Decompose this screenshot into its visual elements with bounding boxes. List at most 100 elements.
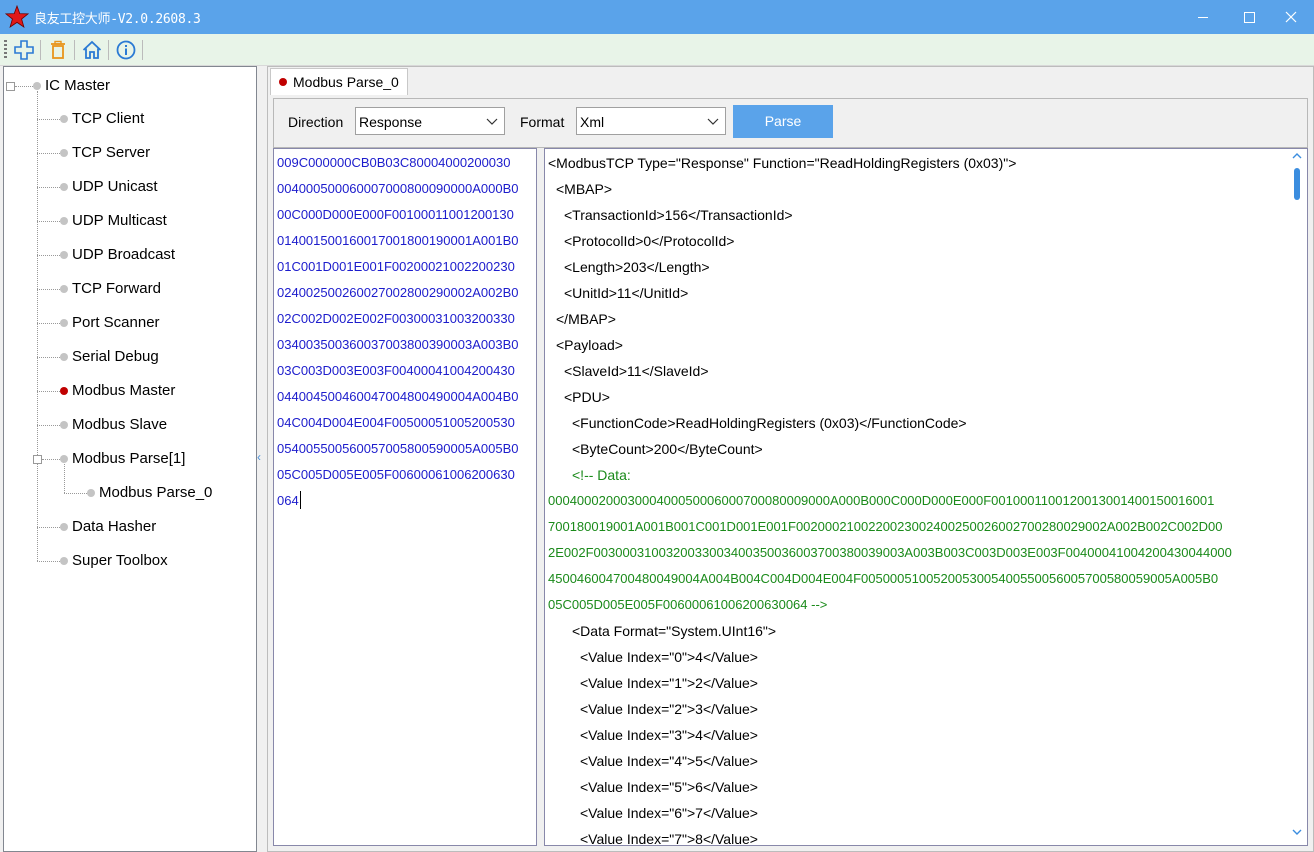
toolbar xyxy=(0,34,1314,66)
toolbar-separator xyxy=(74,40,75,60)
xml-line: <Data Format="System.UInt16"> xyxy=(572,623,777,639)
hex-line: 03C003D003E003F00400041004200430 xyxy=(277,363,515,378)
hex-line: 02C002D002E002F00300031003200330 xyxy=(277,311,515,326)
chevron-down-icon xyxy=(486,118,498,125)
tab-label: Modbus Parse_0 xyxy=(293,74,399,90)
xml-comment-line: <!-- Data: xyxy=(572,467,631,483)
tree-item-udp-unicast[interactable]: UDP Unicast xyxy=(72,175,158,199)
expander-icon[interactable] xyxy=(6,82,15,91)
hex-line: 009C000000CB0B03C80004000200030 xyxy=(277,155,511,170)
tree-item-modbus-master[interactable]: Modbus Master xyxy=(72,379,175,403)
home-icon xyxy=(82,40,102,59)
tree-item-udp-multicast[interactable]: UDP Multicast xyxy=(72,209,167,233)
hex-line: 014001500160017001800190001A001B0 xyxy=(277,233,519,248)
minimize-button[interactable] xyxy=(1180,0,1226,34)
xml-comment-line: 05C005D005E005F00600061006200630064 --> xyxy=(548,597,828,612)
xml-line: <MBAP> xyxy=(556,181,613,197)
tree-item-data-hasher[interactable]: Data Hasher xyxy=(72,515,156,539)
scroll-up-icon[interactable] xyxy=(1292,152,1302,160)
tree-item-tcp-server[interactable]: TCP Server xyxy=(72,141,150,165)
hex-line: 01C001D001E001F00200021002200230 xyxy=(277,259,515,274)
xml-output[interactable]: <ModbusTCP Type="Response" Function="Rea… xyxy=(544,148,1308,846)
expander-icon[interactable] xyxy=(33,455,42,464)
tree-item-udp-broadcast[interactable]: UDP Broadcast xyxy=(72,243,175,267)
tree-item-modbus-slave[interactable]: Modbus Slave xyxy=(72,413,167,437)
hex-line: 00C000D000E000F00100011001200130 xyxy=(277,207,514,222)
xml-line: <Payload> xyxy=(556,337,623,353)
hex-input[interactable]: 009C000000CB0B03C80004000200030 00400050… xyxy=(273,148,537,846)
tab-modbus-parse-0[interactable]: Modbus Parse_0 xyxy=(270,68,408,95)
xml-line: <Value Index="1">2</Value> xyxy=(580,675,758,691)
format-select[interactable]: Xml xyxy=(576,107,726,135)
xml-line: <PDU> xyxy=(564,389,610,405)
xml-line: <Length>203</Length> xyxy=(564,259,710,275)
xml-line: <Value Index="5">6</Value> xyxy=(580,779,758,795)
toolbar-separator xyxy=(40,40,41,60)
home-button[interactable] xyxy=(79,37,105,63)
content-panel: Modbus Parse_0 Direction Response Format… xyxy=(267,66,1314,852)
close-icon xyxy=(1285,11,1297,23)
xml-line: <UnitId>11</UnitId> xyxy=(564,285,689,301)
direction-label: Direction xyxy=(288,114,344,130)
xml-line: <Value Index="2">3</Value> xyxy=(580,701,758,717)
xml-comment-line: 2E002F0030003100320033003400350036003700… xyxy=(548,545,1232,560)
xml-line: </MBAP> xyxy=(556,311,616,327)
direction-value: Response xyxy=(359,114,423,130)
tree-item-port-scanner[interactable]: Port Scanner xyxy=(72,311,160,335)
xml-line: <Value Index="0">4</Value> xyxy=(580,649,758,665)
close-button[interactable] xyxy=(1268,0,1314,34)
tree-item-tcp-forward[interactable]: TCP Forward xyxy=(72,277,161,301)
xml-comment-line: 700180019001A001B001C001D001E001F0020002… xyxy=(548,519,1223,534)
hex-line: 064 xyxy=(277,493,299,508)
toolbar-grip xyxy=(4,40,7,60)
delete-icon xyxy=(51,40,65,59)
hex-line: 004000500060007000800090000A000B0 xyxy=(277,181,519,196)
tree-item-serial-debug[interactable]: Serial Debug xyxy=(72,345,159,369)
hex-line: 05C005D005E005F00600061006200630 xyxy=(277,467,515,482)
xml-line: <Value Index="4">5</Value> xyxy=(580,753,758,769)
format-label: Format xyxy=(520,114,565,130)
parse-button[interactable]: Parse xyxy=(733,105,833,138)
add-button[interactable] xyxy=(11,37,37,63)
hex-line: 024002500260027002800290002A002B0 xyxy=(277,285,519,300)
xml-line: <FunctionCode>ReadHoldingRegisters (0x03… xyxy=(572,415,967,431)
format-value: Xml xyxy=(580,114,605,130)
tab-status-dot xyxy=(279,78,287,86)
info-icon xyxy=(116,40,136,60)
xml-comment-line: 450046004700480049004A004B004C004D004E00… xyxy=(548,571,1219,586)
xml-comment-line: 000400020003000400050006000700080009000A… xyxy=(548,493,1215,508)
app-star-icon xyxy=(5,5,29,28)
text-caret xyxy=(300,491,301,509)
tree-item-modbus-parse-0[interactable]: Modbus Parse_0 xyxy=(99,481,212,505)
vertical-scrollbar[interactable] xyxy=(1288,150,1306,844)
collapse-panel-icon[interactable]: ‹ xyxy=(257,450,261,464)
info-button[interactable] xyxy=(113,37,139,63)
xml-line: <Value Index="7">8</Value> xyxy=(580,831,758,846)
maximize-button[interactable] xyxy=(1226,0,1272,34)
xml-line: <ByteCount>200</ByteCount> xyxy=(572,441,763,457)
xml-line: <ModbusTCP Type="Response" Function="Rea… xyxy=(548,155,1017,171)
toolbar-separator xyxy=(108,40,109,60)
hex-line: 034003500360037003800390003A003B0 xyxy=(277,337,519,352)
toolbar-separator xyxy=(142,40,143,60)
scrollbar-thumb[interactable] xyxy=(1294,168,1300,200)
tree-item-tcp-client[interactable]: TCP Client xyxy=(72,107,144,131)
xml-line: <ProtocolId>0</ProtocolId> xyxy=(564,233,735,249)
chevron-down-icon xyxy=(707,118,719,125)
title-bar: 良友工控大师-V2.0.2608.3 xyxy=(0,0,1314,34)
delete-button[interactable] xyxy=(45,37,71,63)
tree-item-super-toolbox[interactable]: Super Toolbox xyxy=(72,549,168,573)
tree-item-modbus-parse[interactable]: Modbus Parse[1] xyxy=(72,447,185,471)
xml-line: <Value Index="6">7</Value> xyxy=(580,805,758,821)
hex-line: 054005500560057005800590005A005B0 xyxy=(277,441,519,456)
direction-select[interactable]: Response xyxy=(355,107,505,135)
window-title: 良友工控大师-V2.0.2608.3 xyxy=(34,12,201,27)
hex-line: 044004500460047004800490004A004B0 xyxy=(277,389,519,404)
xml-line: <Value Index="3">4</Value> xyxy=(580,727,758,743)
tree-item-ic-master[interactable]: IC Master xyxy=(45,74,110,98)
minimize-icon xyxy=(1198,17,1208,18)
scroll-down-icon[interactable] xyxy=(1292,828,1302,836)
navigation-tree: IC Master TCP Client TCP Server UDP Unic… xyxy=(3,66,257,852)
xml-line: <SlaveId>11</SlaveId> xyxy=(564,363,709,379)
options-bar: Direction Response Format Xml Parse xyxy=(273,98,1308,148)
